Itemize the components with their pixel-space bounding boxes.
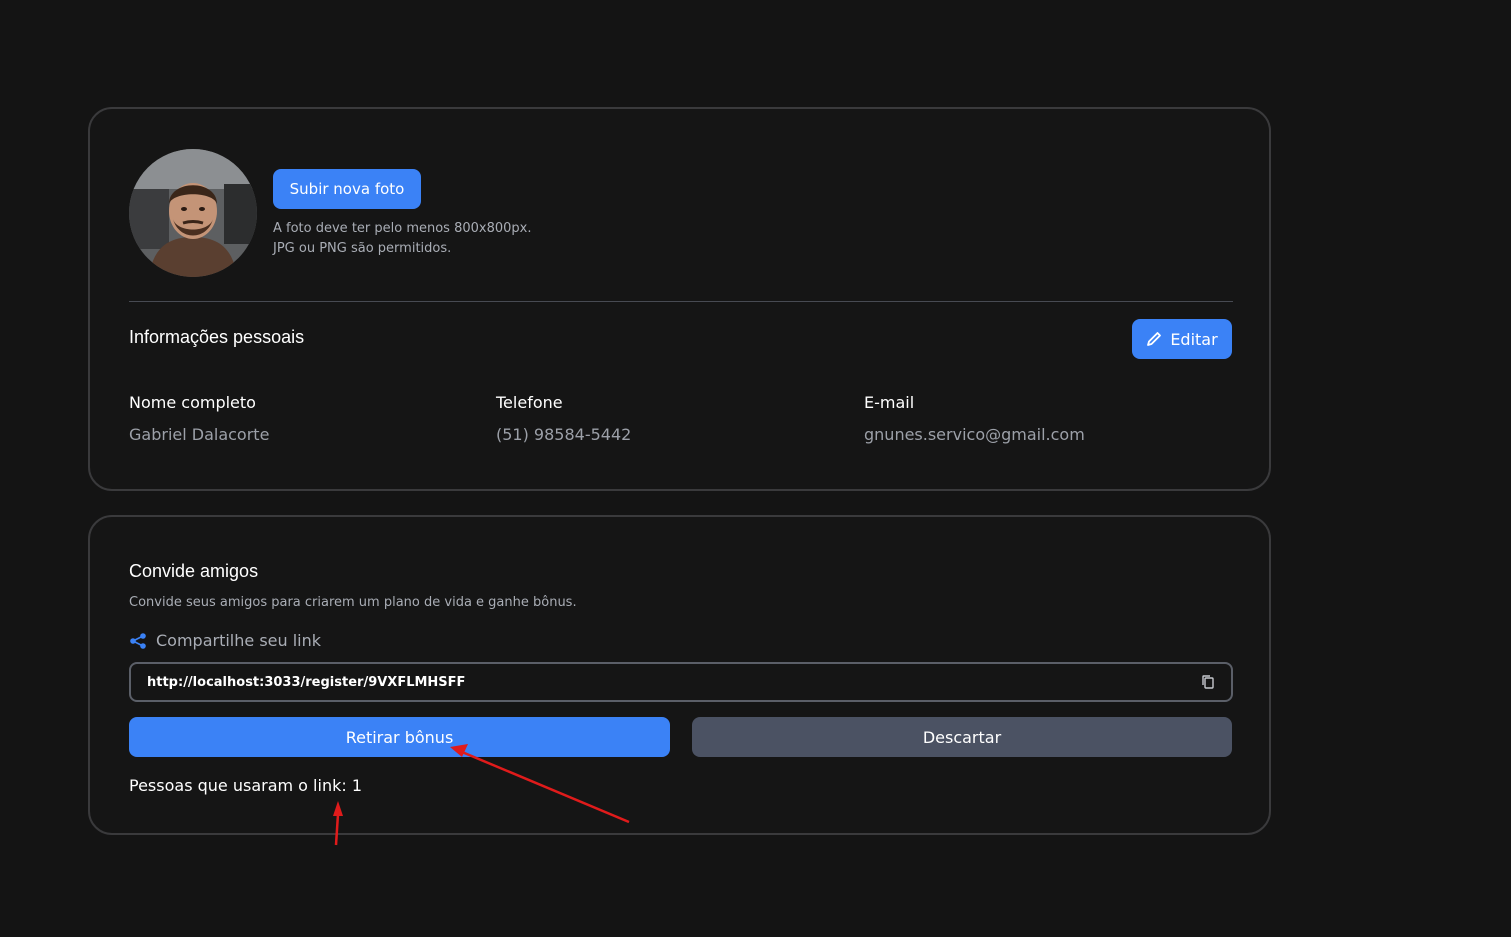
referral-link-text: http://localhost:3033/register/9VXFLMHSF… (147, 674, 466, 690)
photo-hint-line1: A foto deve ter pelo menos 800x800px. (273, 221, 532, 236)
invite-title: Convide amigos (129, 561, 259, 581)
profile-card: Subir nova foto A foto deve ter pelo men… (88, 107, 1271, 491)
edit-button-label: Editar (1170, 329, 1218, 349)
link-usage-count: Pessoas que usaram o link: 1 (129, 776, 362, 795)
share-icon (130, 632, 146, 649)
pencil-icon (1147, 332, 1162, 346)
field-value: (51) 98584-5442 (496, 425, 632, 444)
photo-requirements: A foto deve ter pelo menos 800x800px. JP… (273, 219, 532, 259)
divider (129, 301, 1233, 302)
personal-info-title: Informações pessoais (129, 327, 305, 347)
field-phone: Telefone (51) 98584-5442 (496, 393, 631, 444)
invite-card: Convide amigos Convide seus amigos para … (88, 515, 1271, 835)
field-label: Telefone (496, 393, 563, 412)
upload-photo-button[interactable]: Subir nova foto (273, 169, 421, 209)
invite-description: Convide seus amigos para criarem um plan… (129, 595, 577, 610)
withdraw-bonus-button[interactable]: Retirar bônus (129, 717, 670, 757)
user-avatar[interactable] (129, 149, 257, 277)
field-label: Nome completo (129, 393, 256, 412)
copy-icon[interactable] (1200, 674, 1216, 690)
field-full-name: Nome completo Gabriel Dalacorte (129, 393, 269, 444)
discard-button[interactable]: Descartar (692, 717, 1232, 757)
share-label-text: Compartilhe seu link (156, 631, 322, 650)
field-value: Gabriel Dalacorte (129, 425, 270, 444)
referral-link-field[interactable]: http://localhost:3033/register/9VXFLMHSF… (129, 662, 1233, 702)
field-value: gnunes.servico@gmail.com (864, 425, 1085, 444)
share-link-label: Compartilhe seu link (129, 631, 321, 650)
photo-hint-line2: JPG ou PNG são permitidos. (273, 241, 452, 256)
field-label: E-mail (864, 393, 915, 412)
avatar-photo (129, 149, 257, 277)
edit-button[interactable]: Editar (1132, 319, 1232, 359)
field-email: E-mail gnunes.servico@gmail.com (864, 393, 1085, 444)
